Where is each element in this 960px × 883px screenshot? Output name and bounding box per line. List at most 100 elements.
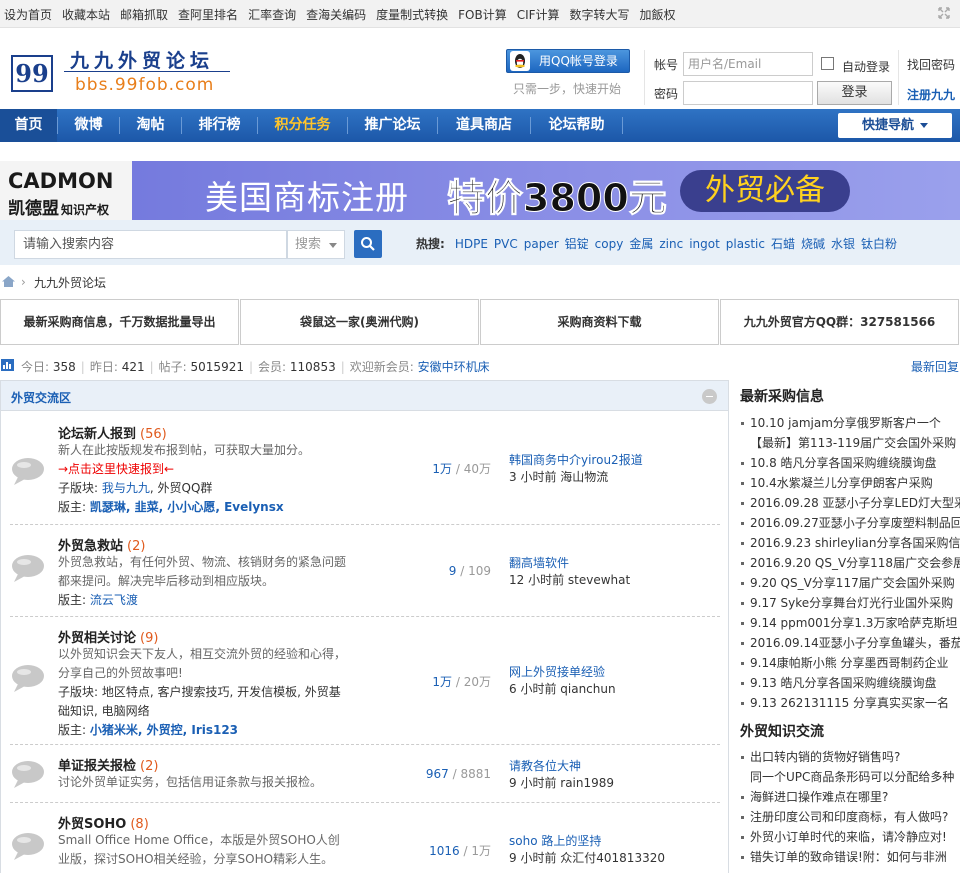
purchase-item[interactable]: 2016.09.14亚瑟小子分享鱼罐头，番茄 xyxy=(737,633,960,653)
last-post-title[interactable]: 韩国商务中介yirou2报道 xyxy=(509,451,643,468)
subforum-link[interactable]: 我与九九 xyxy=(102,481,150,495)
last-post-title[interactable]: 请教各位大神 xyxy=(509,757,614,774)
top-link-bookmark[interactable]: 收藏本站 xyxy=(62,8,110,22)
hot-word[interactable]: 铝锭 xyxy=(565,237,589,251)
top-link-set-home[interactable]: 设为首页 xyxy=(4,8,52,22)
search-input[interactable]: 请输入搜索内容 xyxy=(14,230,287,259)
collapse-category-icon[interactable] xyxy=(702,389,717,404)
purchase-section-title[interactable]: 最新采购信息 xyxy=(740,386,824,406)
purchase-item[interactable]: 2016.09.27亚瑟小子分享废塑料制品回 xyxy=(737,513,960,533)
auto-login-label[interactable]: 自动登录 xyxy=(842,58,890,75)
feature-buyer-download[interactable]: 采购商资料下载 xyxy=(480,299,719,345)
register-link[interactable]: 注册九九 xyxy=(907,86,955,103)
search-button[interactable] xyxy=(354,230,382,258)
forum-name[interactable]: 外贸相关讨论 (9) xyxy=(58,627,158,646)
hot-word[interactable]: ingot xyxy=(689,237,720,251)
knowledge-item[interactable]: 出口转内销的货物好销售吗? xyxy=(737,747,960,767)
hot-word[interactable]: 石蜡 xyxy=(771,237,795,251)
logo-mark[interactable]: 99 xyxy=(11,55,53,92)
moderator-links[interactable]: 流云飞渡 xyxy=(90,593,138,607)
hot-word[interactable]: 烧碱 xyxy=(801,237,825,251)
purchase-item[interactable]: 2016.9.20 QS_V分享118届广交会参展 xyxy=(737,553,960,573)
newest-member-link[interactable]: 安徽中环机床 xyxy=(418,360,490,374)
qq-login-button[interactable]: 用QQ帐号登录 xyxy=(506,49,630,73)
purchase-item[interactable]: 9.14 ppm001分享1.3万家哈萨克斯坦 xyxy=(737,613,960,633)
purchase-item[interactable]: 【最新】第113-119届广交会国外采购 xyxy=(737,433,960,453)
purchase-item[interactable]: 9.13 262131115 分享真实买家一名 xyxy=(737,693,960,713)
feature-purchase-data[interactable]: 最新采购商信息，千万数据批量导出 xyxy=(0,299,239,345)
nav-promote[interactable]: 推广论坛 xyxy=(348,109,437,142)
knowledge-item[interactable]: 注册印度公司和印度商标，有人做吗? xyxy=(737,807,960,827)
top-link-ali-rank[interactable]: 查阿里排名 xyxy=(178,8,238,22)
forgot-password-link[interactable]: 找回密码 xyxy=(907,56,955,73)
quick-register-link[interactable]: →点击这里快速报到← xyxy=(58,460,174,477)
purchase-item[interactable]: 9.17 Syke分享舞台灯光行业国外采购 xyxy=(737,593,960,613)
nav-shop[interactable]: 道具商店 xyxy=(438,109,530,142)
ad-banner[interactable]: CADMON 凯德盟 知识产权 美国商标注册 特价3800元 外贸必备 xyxy=(0,161,960,220)
last-post-title[interactable]: soho 路上的坚持 xyxy=(509,832,665,849)
forum-last-post: 韩国商务中介yirou2报道 3 小时前 海山物流 xyxy=(509,451,643,485)
forum-name[interactable]: 单证报关报检 (2) xyxy=(58,755,158,774)
search-type-select[interactable]: 搜索 xyxy=(287,230,345,259)
nav-ranking[interactable]: 排行榜 xyxy=(182,109,257,142)
top-link-fob[interactable]: FOB计算 xyxy=(458,8,507,22)
feature-qq-group[interactable]: 九九外贸官方QQ群：327581566 xyxy=(720,299,959,345)
auto-login-checkbox[interactable] xyxy=(821,57,834,70)
nav-weibo[interactable]: 微博 xyxy=(58,109,119,142)
quick-nav-button[interactable]: 快捷导航 xyxy=(838,113,952,138)
purchase-item[interactable]: 9.14康帕斯小熊 分享墨西哥制药企业 xyxy=(737,653,960,673)
collapse-icon[interactable] xyxy=(938,7,950,19)
knowledge-item[interactable]: 错失订单的致命错误!附：如何与非洲 xyxy=(737,847,960,867)
hot-word[interactable]: 水银 xyxy=(831,237,855,251)
top-link-unit-convert[interactable]: 度量制式转换 xyxy=(376,8,448,22)
login-button[interactable]: 登录 xyxy=(817,81,892,105)
home-icon[interactable] xyxy=(2,276,15,287)
feature-kangaroo[interactable]: 袋鼠这一家(奥洲代购) xyxy=(240,299,479,345)
nav-home[interactable]: 首页 xyxy=(0,109,57,142)
top-link-email-scrape[interactable]: 邮箱抓取 xyxy=(120,8,168,22)
top-link-number-upper[interactable]: 数字转大写 xyxy=(570,8,630,22)
purchase-item[interactable]: 9.13 皓凡分享各国采购缠绕膜询盘 xyxy=(737,673,960,693)
forum-name[interactable]: 外贸SOHO (8) xyxy=(58,813,149,832)
knowledge-item[interactable]: 外贸小订单时代的来临，请冷静应对! xyxy=(737,827,960,847)
hot-word[interactable]: plastic xyxy=(726,237,765,251)
hot-word[interactable]: 金属 xyxy=(629,237,653,251)
purchase-item[interactable]: 10.4水紫凝兰儿分享伊朗客户采购 xyxy=(737,473,960,493)
hot-word[interactable]: PVC xyxy=(494,237,518,251)
password-input[interactable] xyxy=(683,81,813,105)
top-link-extra[interactable]: 加飯权 xyxy=(640,8,676,22)
top-link-hs-code[interactable]: 查海关编码 xyxy=(306,8,366,22)
hot-word[interactable]: zinc xyxy=(659,237,683,251)
purchase-item[interactable]: 2016.09.28 亚瑟小子分享LED灯大型采 xyxy=(737,493,960,513)
hot-word[interactable]: copy xyxy=(595,237,624,251)
nav-taotie[interactable]: 淘帖 xyxy=(120,109,181,142)
moderator-links[interactable]: 小猪米米, 外贸控, Iris123 xyxy=(90,723,238,737)
last-post-title[interactable]: 网上外贸接单经验 xyxy=(509,663,616,680)
hot-word[interactable]: paper xyxy=(524,237,559,251)
purchase-item[interactable]: 2016.9.23 shirleylian分享各国采购信息 xyxy=(737,533,960,553)
knowledge-item[interactable]: 同一个UPC商品条形码可以分配给多种 xyxy=(737,767,960,787)
knowledge-section-title[interactable]: 外贸知识交流 xyxy=(740,721,824,741)
nav-help[interactable]: 论坛帮助 xyxy=(531,109,622,142)
hot-word[interactable]: 钛白粉 xyxy=(861,237,897,251)
subforum-links[interactable]: 地区特点, 客户搜索技巧, 开发信模板, 外贸基础知识, 电脑网络 xyxy=(58,685,341,718)
breadcrumb-current[interactable]: 九九外贸论坛 xyxy=(34,274,106,291)
forum-desc: 新人在此按版规发布报到帖，可获取大量加分。 xyxy=(58,443,311,457)
forum-name[interactable]: 外贸急救站 (2) xyxy=(58,535,145,554)
hot-word[interactable]: HDPE xyxy=(455,237,488,251)
username-input[interactable]: 用户名/Email xyxy=(683,52,813,76)
last-post-title[interactable]: 翻高墙软件 xyxy=(509,554,630,571)
latest-replies-link[interactable]: 最新回复 xyxy=(911,358,959,375)
forum-counts: 1万 / 40万 xyxy=(432,462,491,476)
forum-name[interactable]: 论坛新人报到 (56) xyxy=(58,423,167,442)
top-link-cif[interactable]: CIF计算 xyxy=(517,8,560,22)
nav-points-task[interactable]: 积分任务 xyxy=(258,109,347,142)
purchase-item[interactable]: 10.8 皓凡分享各国采购缠绕膜询盘 xyxy=(737,453,960,473)
knowledge-item[interactable]: 海鲜进口操作难点在哪里? xyxy=(737,787,960,807)
moderator-links[interactable]: 凯瑟琳, 韭菜, 小小心愿, Evelynsx xyxy=(90,500,284,514)
logo-title[interactable]: 九九外贸论坛 xyxy=(70,46,214,73)
category-title[interactable]: 外贸交流区 xyxy=(11,389,71,406)
purchase-item[interactable]: 9.20 QS_V分享117届广交会国外采购 xyxy=(737,573,960,593)
top-link-exchange-rate[interactable]: 汇率查询 xyxy=(248,8,296,22)
purchase-item[interactable]: 10.10 jamjam分享俄罗斯客户一个 xyxy=(737,413,960,433)
